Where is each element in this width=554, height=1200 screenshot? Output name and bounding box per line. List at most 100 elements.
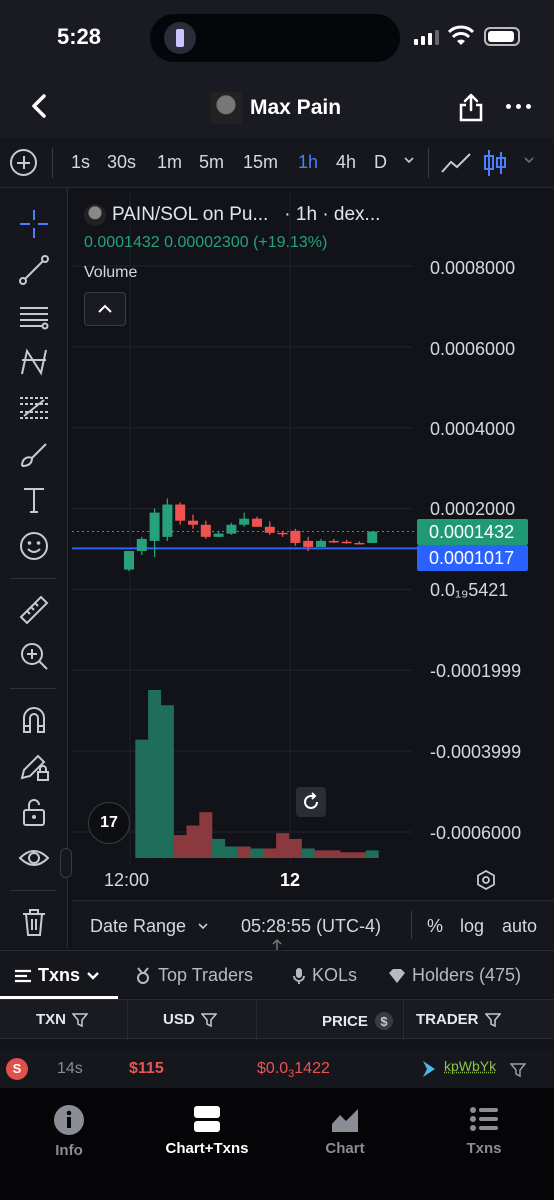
chevron-down-icon[interactable]: [524, 155, 534, 165]
col-label: TRADER: [416, 1011, 479, 1028]
price-prefix: $0.0: [257, 1060, 289, 1077]
svg-text:$: $: [380, 1014, 388, 1029]
unlock-icon[interactable]: [18, 796, 50, 828]
trader-address[interactable]: kpWbYk: [444, 1058, 496, 1074]
dollar-circle-icon: $: [374, 1012, 393, 1030]
ruler-icon[interactable]: [18, 594, 50, 626]
share-icon[interactable]: [458, 92, 484, 122]
tab-kols[interactable]: KOLs: [292, 965, 357, 986]
text-icon[interactable]: [18, 484, 50, 516]
candle-body: [290, 530, 301, 543]
nav-label: Chart: [325, 1140, 365, 1157]
filter-icon[interactable]: [510, 1062, 526, 1078]
timeframe-1s[interactable]: 1s: [71, 152, 90, 173]
lock-pencil-icon[interactable]: [18, 750, 50, 782]
nav-label: Chart+Txns: [165, 1140, 249, 1157]
col-usd[interactable]: USD: [163, 1011, 217, 1028]
horizontal-lines-icon[interactable]: [18, 300, 50, 332]
tab-top-traders[interactable]: Top Traders: [134, 965, 253, 986]
volume-bar: [173, 835, 187, 858]
y-axis-label: 0.0004000: [430, 419, 516, 439]
chevron-down-icon[interactable]: [404, 155, 414, 165]
col-label: TXN: [36, 1011, 66, 1028]
price-change: 0.0001432 0.00002300 (+19.13%): [84, 234, 327, 252]
chevron-down-icon[interactable]: [198, 921, 208, 931]
candle-body: [264, 526, 275, 533]
status-bar: 5:28: [0, 0, 554, 76]
nav-label: Txns: [466, 1140, 502, 1157]
magnet-icon[interactable]: [18, 704, 50, 736]
date-range-button[interactable]: Date Range: [90, 916, 186, 937]
divider: [403, 1000, 404, 1040]
nav-txns[interactable]: Txns: [429, 1104, 539, 1157]
zoom-in-icon[interactable]: [18, 640, 50, 672]
pair-avatar: [84, 204, 106, 226]
col-txn[interactable]: TXN: [36, 1011, 88, 1028]
list-icon: [470, 1107, 498, 1131]
settings-icon[interactable]: [476, 870, 496, 890]
volume-bar: [288, 838, 302, 858]
volume-bar: [199, 812, 213, 858]
candle-body: [252, 518, 262, 527]
app-header: Max Pain: [0, 76, 554, 138]
nav-info[interactable]: Info: [14, 1104, 124, 1159]
volume-bar: [212, 838, 226, 858]
eye-icon[interactable]: [18, 842, 50, 874]
volume-bar: [250, 848, 264, 858]
log-toggle[interactable]: log: [460, 916, 484, 937]
tab-holders[interactable]: Holders (475): [388, 965, 521, 986]
txn-usd: $115: [129, 1060, 164, 1077]
timeframe-1h[interactable]: 1h: [298, 152, 318, 173]
col-label: USD: [163, 1011, 195, 1028]
percent-toggle[interactable]: %: [427, 916, 443, 937]
y-axis-label: -0.0006000: [430, 823, 522, 843]
bottom-nav: Info Chart+Txns Chart Txns: [0, 1088, 554, 1200]
info-icon: [54, 1105, 84, 1135]
emoji-icon[interactable]: [18, 530, 50, 562]
col-label: PRICE: [322, 1012, 368, 1030]
trash-icon[interactable]: [18, 906, 50, 938]
tab-txns[interactable]: Txns: [14, 965, 100, 986]
table-row[interactable]: S 14s $115 $0.031422 kpWbYk: [0, 1049, 554, 1089]
legend-collapse-button[interactable]: [84, 292, 126, 326]
volume-bar: [135, 739, 149, 858]
candle-body: [226, 524, 237, 534]
timeframe-15m[interactable]: 15m: [243, 152, 278, 173]
add-indicator-icon[interactable]: [10, 149, 37, 176]
chart-time: 05:28:55 (UTC-4): [241, 916, 382, 936]
candle-body: [200, 524, 211, 537]
timeframe-4h[interactable]: 4h: [336, 152, 356, 173]
divider: [428, 148, 429, 178]
col-trader[interactable]: TRADER: [416, 1011, 501, 1028]
nav-chart-txns[interactable]: Chart+Txns: [152, 1104, 262, 1157]
more-options-icon[interactable]: [506, 104, 531, 109]
pattern-icon[interactable]: [18, 346, 50, 378]
timeframe-d[interactable]: D: [374, 152, 387, 173]
brush-icon[interactable]: [18, 438, 50, 470]
candle-body: [367, 531, 378, 543]
auto-toggle[interactable]: auto: [502, 916, 537, 937]
change-pct: (+19.13%): [253, 234, 328, 251]
trend-line-icon[interactable]: [18, 254, 50, 286]
timeframe-1m[interactable]: 1m: [157, 152, 182, 173]
toolbar-collapse-handle[interactable]: [60, 848, 72, 878]
crosshair-icon[interactable]: [18, 208, 50, 240]
area-chart-icon: [332, 1109, 358, 1132]
fib-icon[interactable]: [18, 392, 50, 424]
tradingview-logo[interactable]: 17: [88, 802, 130, 844]
drawing-toolbar: [0, 188, 68, 948]
token-title: Max Pain: [210, 92, 341, 124]
timeframe-30s[interactable]: 30s: [107, 152, 136, 173]
col-price[interactable]: PRICE $: [322, 1011, 394, 1031]
tab-label: Txns: [38, 965, 81, 985]
tab-label: Holders (475): [412, 965, 522, 985]
reset-chart-button[interactable]: [296, 787, 326, 817]
timeframe-5m[interactable]: 5m: [199, 152, 224, 173]
candle-body: [149, 512, 160, 541]
y-axis-label: -0.0003999: [430, 742, 522, 762]
candles-icon[interactable]: [483, 148, 507, 178]
x-axis-label: 12:00: [104, 870, 150, 890]
back-icon[interactable]: [28, 92, 52, 120]
nav-chart[interactable]: Chart: [290, 1104, 400, 1157]
line-chart-icon[interactable]: [440, 150, 472, 176]
